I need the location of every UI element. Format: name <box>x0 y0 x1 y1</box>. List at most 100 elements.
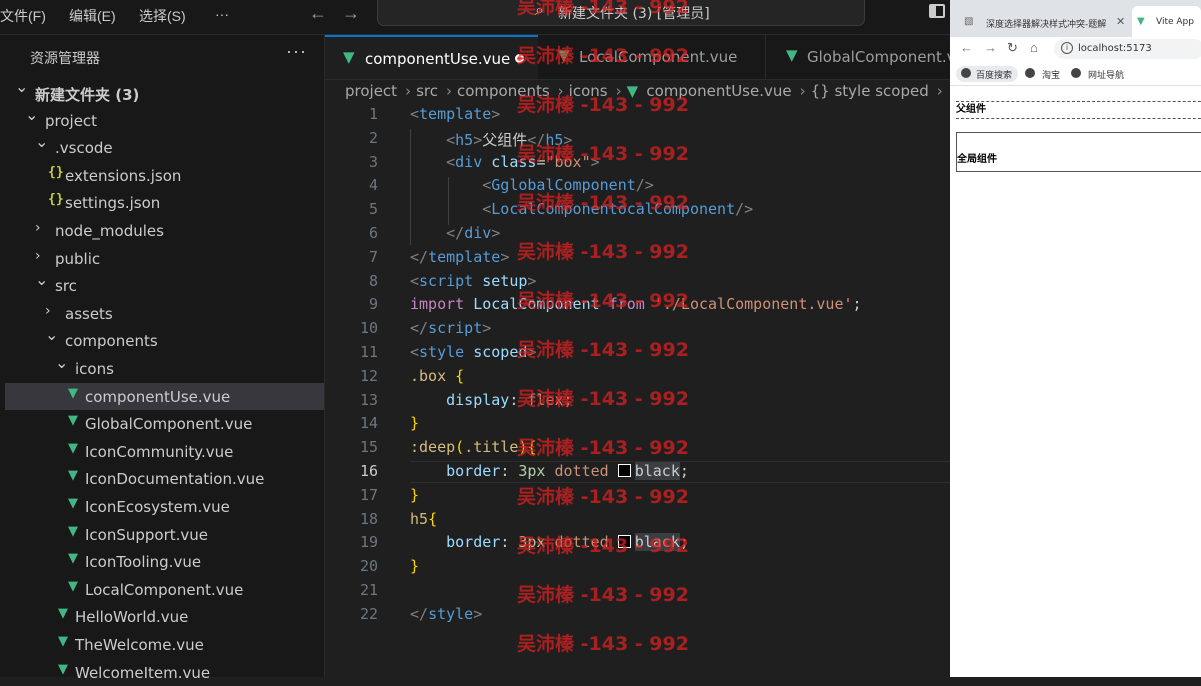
tree-item[interactable]: ⌄ .vscode <box>5 132 324 161</box>
tree-item[interactable]: ▼ IconCommunity.vue <box>5 438 324 465</box>
more-actions-icon[interactable]: ··· <box>286 41 307 62</box>
tree-item[interactable]: ▼ IconTooling.vue <box>5 548 324 575</box>
tree-item[interactable]: ⌄ src <box>5 270 324 299</box>
tree-item[interactable]: ▼ WelcomeItem.vue <box>5 659 324 686</box>
tree-item-label: public <box>55 249 101 268</box>
tree-item-label: IconSupport.vue <box>85 525 209 544</box>
code-token: > <box>473 604 483 623</box>
code-token: script <box>419 271 474 290</box>
chevron-right-icon[interactable]: › <box>45 303 51 319</box>
address-bar[interactable]: i localhost:5173 <box>1054 39 1201 59</box>
tree-item-label: IconDocumentation.vue <box>85 470 265 489</box>
code-token: > <box>563 130 573 149</box>
menu-edit[interactable]: 编辑(E) <box>69 6 116 26</box>
tab-globalcomponent[interactable]: ▼ GlobalComponent.v <box>765 35 956 79</box>
global-component-text: 全局组件 <box>957 154 997 165</box>
tree-item[interactable]: ▼ IconDocumentation.vue <box>5 465 324 492</box>
chevron-down-icon[interactable]: ⌄ <box>45 325 58 344</box>
line-number: 9 <box>368 295 378 314</box>
breadcrumb-icons[interactable]: icons <box>569 82 608 100</box>
tree-item[interactable]: ▼ TheWelcome.vue <box>5 631 324 658</box>
close-tab-icon[interactable]: ✕ <box>1116 15 1125 28</box>
code-token: < <box>446 130 456 149</box>
code-token: ; <box>852 295 862 314</box>
tree-item[interactable]: ▼ GlobalComponent.vue <box>5 410 324 437</box>
code-token: : <box>509 390 528 409</box>
code-line: </template> <box>410 248 509 266</box>
code-editor[interactable]: 1 <template> 2 <h5>父组件</h5> 3 <div class="b… <box>325 105 950 677</box>
tree-item[interactable]: {} settings.json <box>5 189 324 216</box>
tree-item[interactable]: ⌄ icons <box>5 353 324 382</box>
back-arrow-icon[interactable]: ← <box>309 3 327 24</box>
code-token: display <box>446 390 510 409</box>
tree-item[interactable]: ⌄ components <box>5 325 324 354</box>
chevron-down-icon[interactable]: ⌄ <box>25 105 38 124</box>
forward-arrow-icon[interactable]: → <box>342 3 360 24</box>
code-token: h5 <box>455 130 474 149</box>
tree-item[interactable]: › node_modules <box>5 217 324 244</box>
tree-item-label: IconEcosystem.vue <box>85 498 230 516</box>
code-line: </div> <box>410 224 500 242</box>
line-number: 6 <box>368 224 378 242</box>
menu-more[interactable]: ··· <box>215 6 229 22</box>
tree-item[interactable]: › assets <box>5 300 324 327</box>
breadcrumb-file[interactable]: componentUse.vue <box>646 82 791 100</box>
code-token: { <box>428 509 438 528</box>
site-info-icon[interactable]: i <box>1061 42 1073 54</box>
tree-item[interactable]: ⌄ 新建文件夹 (3) <box>5 77 324 106</box>
url-text: localhost:5173 <box>1078 43 1152 54</box>
modified-dot-icon[interactable] <box>515 54 524 63</box>
breadcrumb-project[interactable]: project <box>345 82 397 100</box>
bookmark-nav[interactable]: 网址导航 <box>1071 66 1131 82</box>
tree-item-label: node_modules <box>55 222 164 240</box>
bookmark-taobao[interactable]: 淘宝 <box>1025 66 1065 82</box>
tree-item[interactable]: ⌄ project <box>5 105 324 134</box>
code-token: script <box>428 319 483 338</box>
code-token: "box" <box>545 152 591 171</box>
toggle-sidebar-icon[interactable] <box>929 4 945 18</box>
chevron-right-icon[interactable]: › <box>35 248 41 264</box>
code-token: LocalComponent <box>473 295 600 314</box>
tree-item[interactable]: ▼ componentUse.vue <box>5 382 324 410</box>
browser-tab-active[interactable]: ▼ Vite App <box>1132 6 1201 37</box>
reload-icon[interactable]: ↻ <box>1007 40 1018 56</box>
bookmark-baidu[interactable]: 百度搜索 <box>956 66 1018 82</box>
tree-item[interactable]: ▼ HelloWorld.vue <box>5 603 324 630</box>
chevron-down-icon[interactable]: ⌄ <box>15 77 28 96</box>
chevron-down-icon[interactable]: ⌄ <box>35 132 48 151</box>
tree-item[interactable]: ▼ LocalComponent.vue <box>5 576 324 603</box>
home-icon[interactable]: ⌂ <box>1030 40 1038 55</box>
forward-icon[interactable]: → <box>984 40 997 55</box>
tree-item[interactable]: ▼ IconEcosystem.vue <box>5 493 324 520</box>
tree-item[interactable]: ▼ IconSupport.vue <box>5 521 324 548</box>
code-token: dotted <box>554 533 609 552</box>
chevron-down-icon[interactable]: ⌄ <box>35 270 48 289</box>
color-swatch-icon[interactable] <box>617 535 631 549</box>
browser-toolbar: ← → ↻ ⌂ i localhost:5173 <box>950 37 1201 61</box>
breadcrumb-symbol[interactable]: {} style scoped <box>811 82 929 100</box>
tab-localcomponent[interactable]: ▼ LocalComponent.vue <box>538 35 765 79</box>
code-line: } <box>410 414 419 432</box>
code-line: <style scoped> <box>410 343 536 361</box>
vue-file-icon: ▼ <box>68 385 78 401</box>
code-token: : <box>500 533 519 552</box>
tree-item[interactable]: › public <box>5 245 324 272</box>
menu-select[interactable]: 选择(S) <box>139 6 186 26</box>
color-swatch-icon[interactable] <box>617 464 631 477</box>
globe-icon <box>1071 68 1081 78</box>
line-number: 22 <box>359 604 378 623</box>
chevron-down-icon[interactable]: ⌄ <box>55 353 68 372</box>
breadcrumb-components[interactable]: components <box>457 82 550 100</box>
code-token: ){ <box>518 438 537 457</box>
tree-item[interactable]: {} extensions.json <box>5 162 324 189</box>
breadcrumb-src[interactable]: src <box>416 82 438 100</box>
command-center[interactable]: ⌕ 新建文件夹 (3) [管理员] <box>377 0 865 26</box>
browser-tab-inactive[interactable]: ▧ 深度选择器解决样式冲突-题解 ✕ <box>956 6 1132 37</box>
code-token: </ <box>410 604 429 623</box>
tab-componentuse[interactable]: ▼ componentUse.vue <box>325 35 538 79</box>
chevron-right-icon[interactable]: › <box>35 220 41 236</box>
menu-file[interactable]: 文件(F) <box>0 6 46 26</box>
back-icon[interactable]: ← <box>960 40 973 55</box>
